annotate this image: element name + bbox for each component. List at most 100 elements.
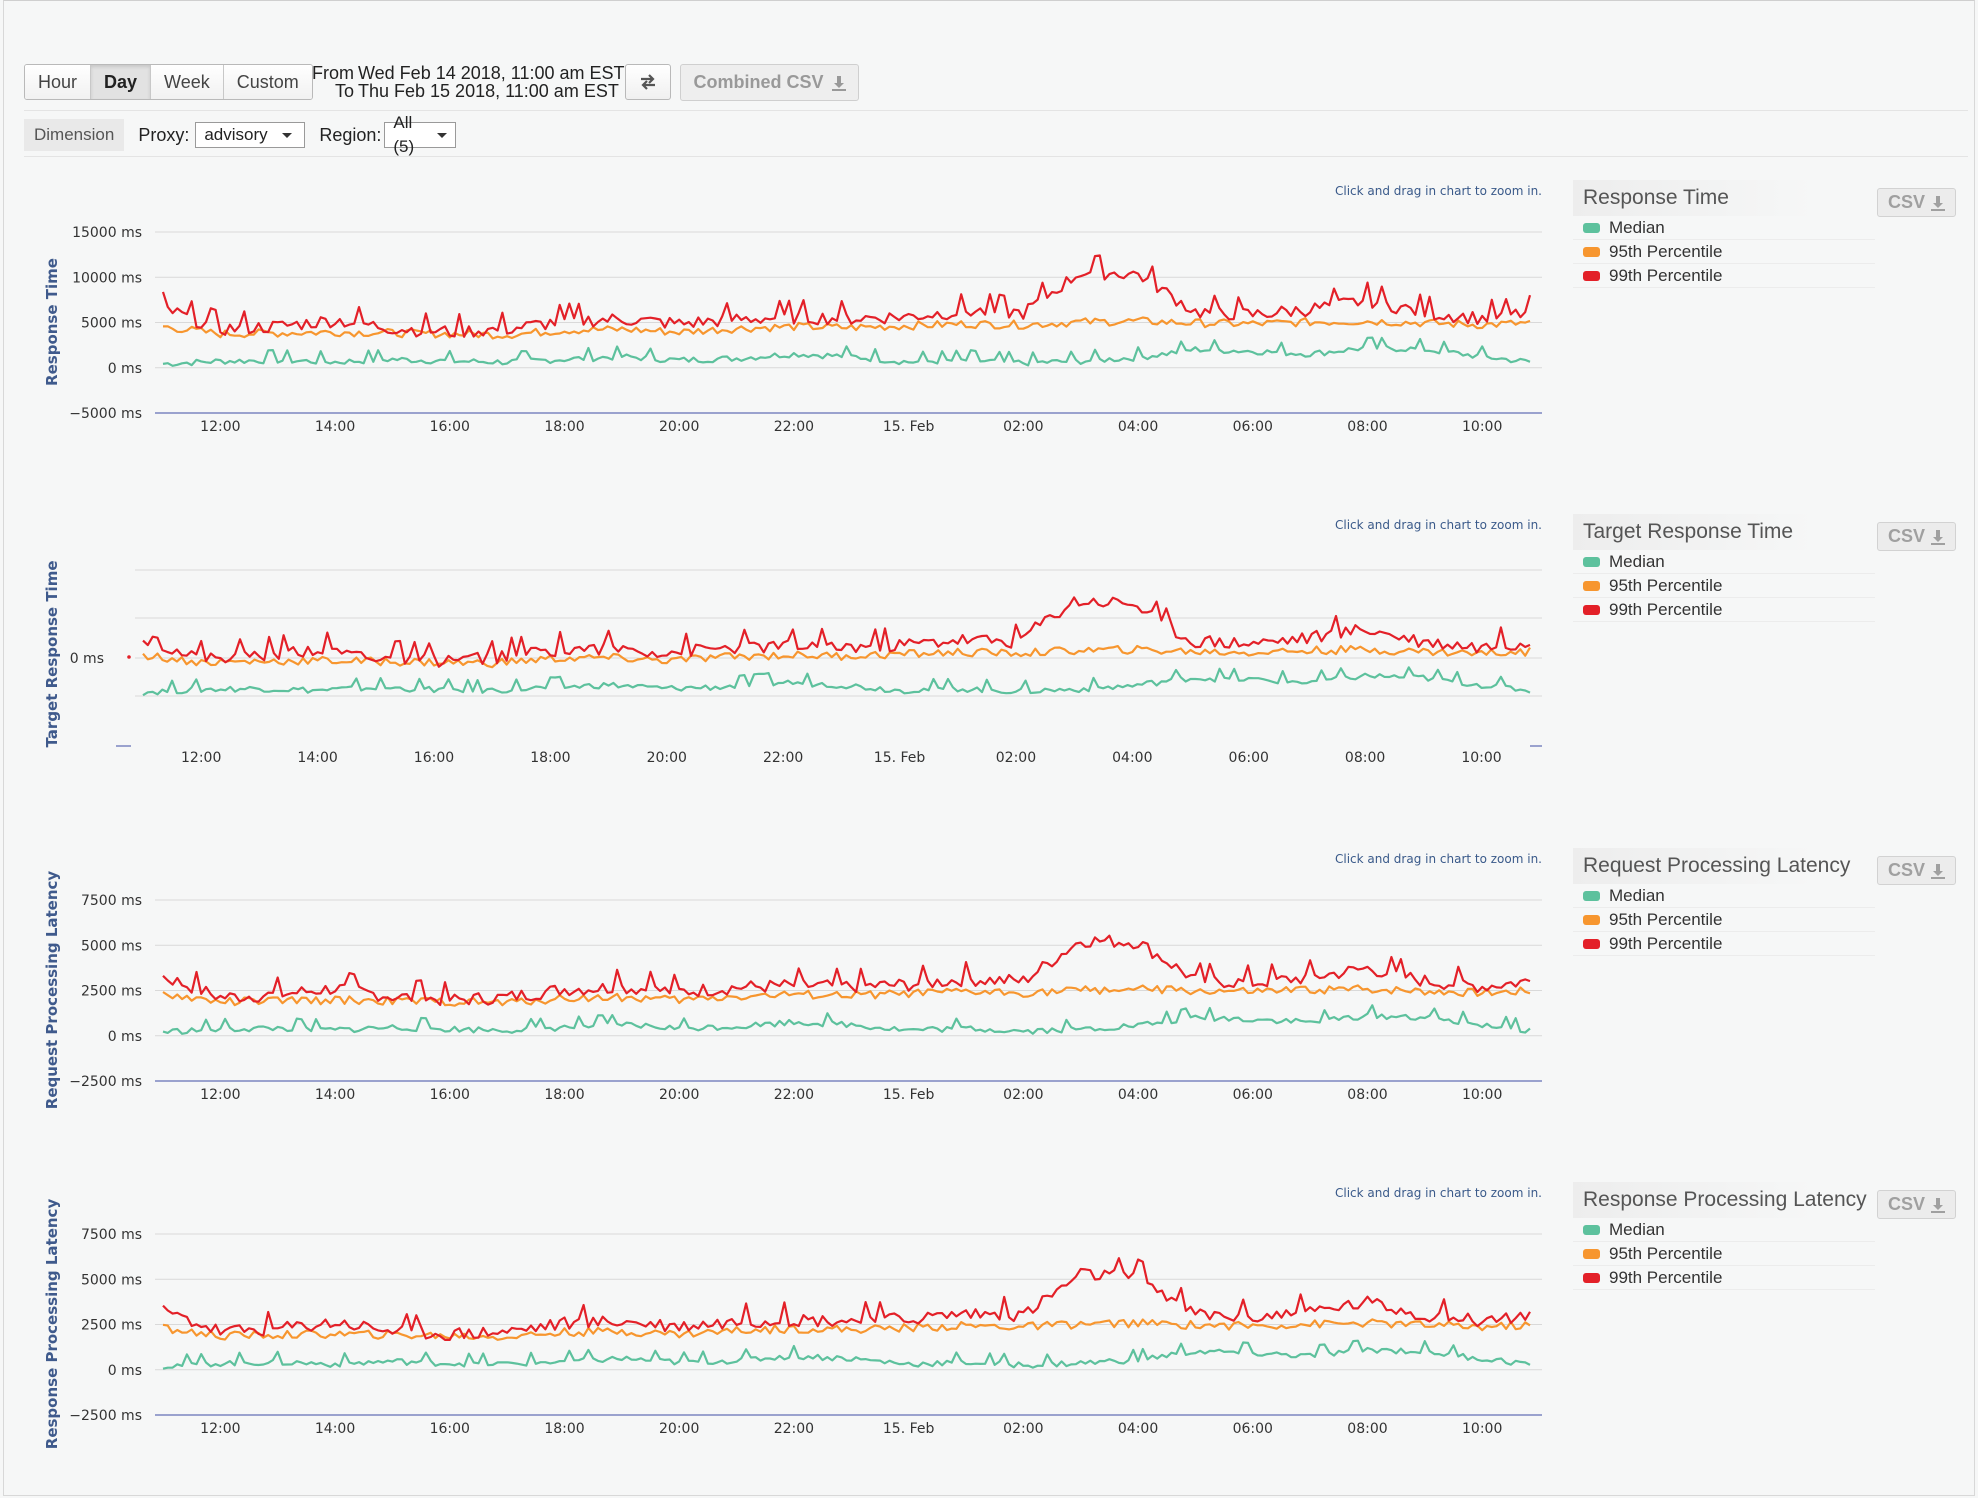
y-tick-label: 5000 ms [81, 1272, 142, 1288]
legend-label: Median [1609, 551, 1665, 571]
legend-item-99th[interactable]: 99th Percentile [1573, 932, 1875, 956]
legend-item-99th[interactable]: 99th Percentile [1573, 264, 1875, 288]
p95-swatch [1583, 580, 1600, 591]
x-tick-label: 08:00 [1345, 750, 1385, 766]
p95-swatch [1583, 1248, 1600, 1259]
p95-swatch [1583, 246, 1600, 257]
legend-item-95th[interactable]: 95th Percentile [1573, 574, 1875, 598]
legend-label: 95th Percentile [1609, 241, 1723, 261]
range-week-button[interactable]: Week [151, 65, 224, 99]
zoom-hint: Click and drag in chart to zoom in. [1335, 518, 1542, 532]
x-tick-label: 20:00 [659, 1421, 699, 1437]
legend-item-median[interactable]: Median [1573, 1218, 1875, 1242]
range-custom-button[interactable]: Custom [223, 65, 312, 99]
x-tick-label: 10:00 [1461, 750, 1501, 766]
x-tick-label: 04:00 [1118, 419, 1158, 435]
x-tick-label: 18:00 [544, 1087, 584, 1103]
x-tick-label: 10:00 [1462, 419, 1502, 435]
zoom-hint: Click and drag in chart to zoom in. [1335, 1186, 1542, 1200]
p95-swatch [1583, 914, 1600, 925]
x-tick-label: 02:00 [1003, 1087, 1043, 1103]
series-line-median [142, 666, 1531, 697]
series-line-p99 [162, 934, 1531, 1007]
range-toolbar: Hour Day Week Custom [24, 64, 313, 100]
legend-item-median[interactable]: Median [1573, 216, 1875, 240]
series-line-median [162, 1339, 1531, 1370]
csv-button[interactable]: CSV [1877, 856, 1956, 885]
divider [24, 156, 1968, 157]
x-tick-label: 15. Feb [883, 1421, 935, 1437]
x-tick-label: 08:00 [1347, 1421, 1387, 1437]
x-tick-label: 18:00 [530, 750, 570, 766]
legend-label: Median [1609, 1219, 1665, 1239]
series-line-p95 [162, 984, 1531, 1007]
from-label: From [312, 63, 354, 83]
x-tick-label: 14:00 [315, 1421, 355, 1437]
legend-item-95th[interactable]: 95th Percentile [1573, 240, 1875, 264]
median-swatch [1583, 1224, 1600, 1235]
region-select[interactable]: All (5) [384, 113, 457, 156]
y-tick-label: −2500 ms [69, 1408, 142, 1424]
p99-swatch [1583, 938, 1600, 949]
y-tick-label: −2500 ms [69, 1074, 142, 1090]
median-swatch [1583, 890, 1600, 901]
download-icon [1931, 529, 1945, 545]
response-time-chart[interactable]: Response Time 15000 ms 10000 ms 5000 ms 0 ms… [0, 180, 1560, 450]
legend-item-median[interactable]: Median [1573, 884, 1875, 908]
x-tick-label: 15. Feb [874, 750, 926, 766]
p99-swatch [1583, 270, 1600, 281]
x-tick-label: 18:00 [544, 419, 584, 435]
proxy-label: Proxy: [138, 124, 190, 145]
legend-title: Request Processing Latency [1573, 848, 1875, 884]
region-label: Region: [319, 124, 382, 145]
legend-item-95th[interactable]: 95th Percentile [1573, 908, 1875, 932]
range-hour-button[interactable]: Hour [25, 65, 92, 99]
chevron-down-icon [437, 132, 448, 138]
x-tick-label: 20:00 [659, 419, 699, 435]
request-processing-latency-chart[interactable]: Request Processing Latency 7500 ms 5000 ms… [0, 848, 1560, 1118]
x-tick-label: 16:00 [430, 419, 470, 435]
x-tick-label: 10:00 [1462, 1421, 1502, 1437]
x-tick-label: 04:00 [1112, 750, 1152, 766]
legend-item-99th[interactable]: 99th Percentile [1573, 598, 1875, 622]
csv-label: CSV [1887, 1194, 1925, 1214]
download-icon [831, 75, 846, 91]
range-day-button[interactable]: Day [91, 65, 152, 99]
legend-item-median[interactable]: Median [1573, 550, 1875, 574]
legend-response-time: Response Time Median 95th Percentile 99t… [1573, 180, 1875, 288]
divider [24, 110, 1968, 111]
csv-button[interactable]: CSV [1877, 1190, 1956, 1219]
series-line-p99 [161, 254, 1532, 338]
csv-button[interactable]: CSV [1877, 188, 1956, 217]
median-swatch [1583, 222, 1600, 233]
combined-csv-button[interactable]: Combined CSV [680, 64, 859, 101]
zoom-hint: Click and drag in chart to zoom in. [1335, 852, 1542, 866]
csv-button[interactable]: CSV [1877, 522, 1956, 551]
legend-item-99th[interactable]: 99th Percentile [1573, 1266, 1875, 1290]
series-line-median [162, 1004, 1531, 1035]
target-response-time-chart[interactable]: Target Response Time 0 ms 12:00 14:00 16:00 1… [0, 514, 1560, 784]
legend-item-95th[interactable]: 95th Percentile [1573, 1242, 1875, 1266]
y-axis-title: Response Processing Latency [43, 1199, 61, 1450]
p99-swatch [1583, 604, 1600, 615]
csv-label: CSV [1887, 526, 1925, 546]
x-tick-label: 02:00 [996, 750, 1036, 766]
chart-panel-response-processing-latency: Response Processing Latency 7500 ms 5000 m… [0, 1182, 1978, 1452]
download-icon [1931, 863, 1945, 879]
to-label: To [334, 81, 354, 101]
x-tick-label: 02:00 [1003, 1421, 1043, 1437]
chart-panel-request-processing-latency: Request Processing Latency 7500 ms 5000 ms… [0, 848, 1978, 1118]
legend-target-response-time: Target Response Time Median 95th Percent… [1573, 514, 1875, 622]
to-value: Thu Feb 15 2018, 11:00 am EST [358, 81, 619, 101]
swap-button[interactable] [625, 64, 671, 100]
x-tick-label: 15. Feb [883, 419, 935, 435]
x-tick-label: 06:00 [1233, 419, 1273, 435]
y-axis-title: Response Time [43, 258, 61, 386]
proxy-select[interactable]: advisory [195, 122, 306, 148]
x-tick-label: 22:00 [763, 750, 803, 766]
y-tick-label: 10000 ms [72, 270, 142, 286]
response-processing-latency-chart[interactable]: Response Processing Latency 7500 ms 5000 m… [0, 1182, 1560, 1452]
download-icon [1931, 1197, 1945, 1213]
region-value: All (5) [393, 113, 415, 156]
y-tick-label: 5000 ms [81, 316, 142, 332]
